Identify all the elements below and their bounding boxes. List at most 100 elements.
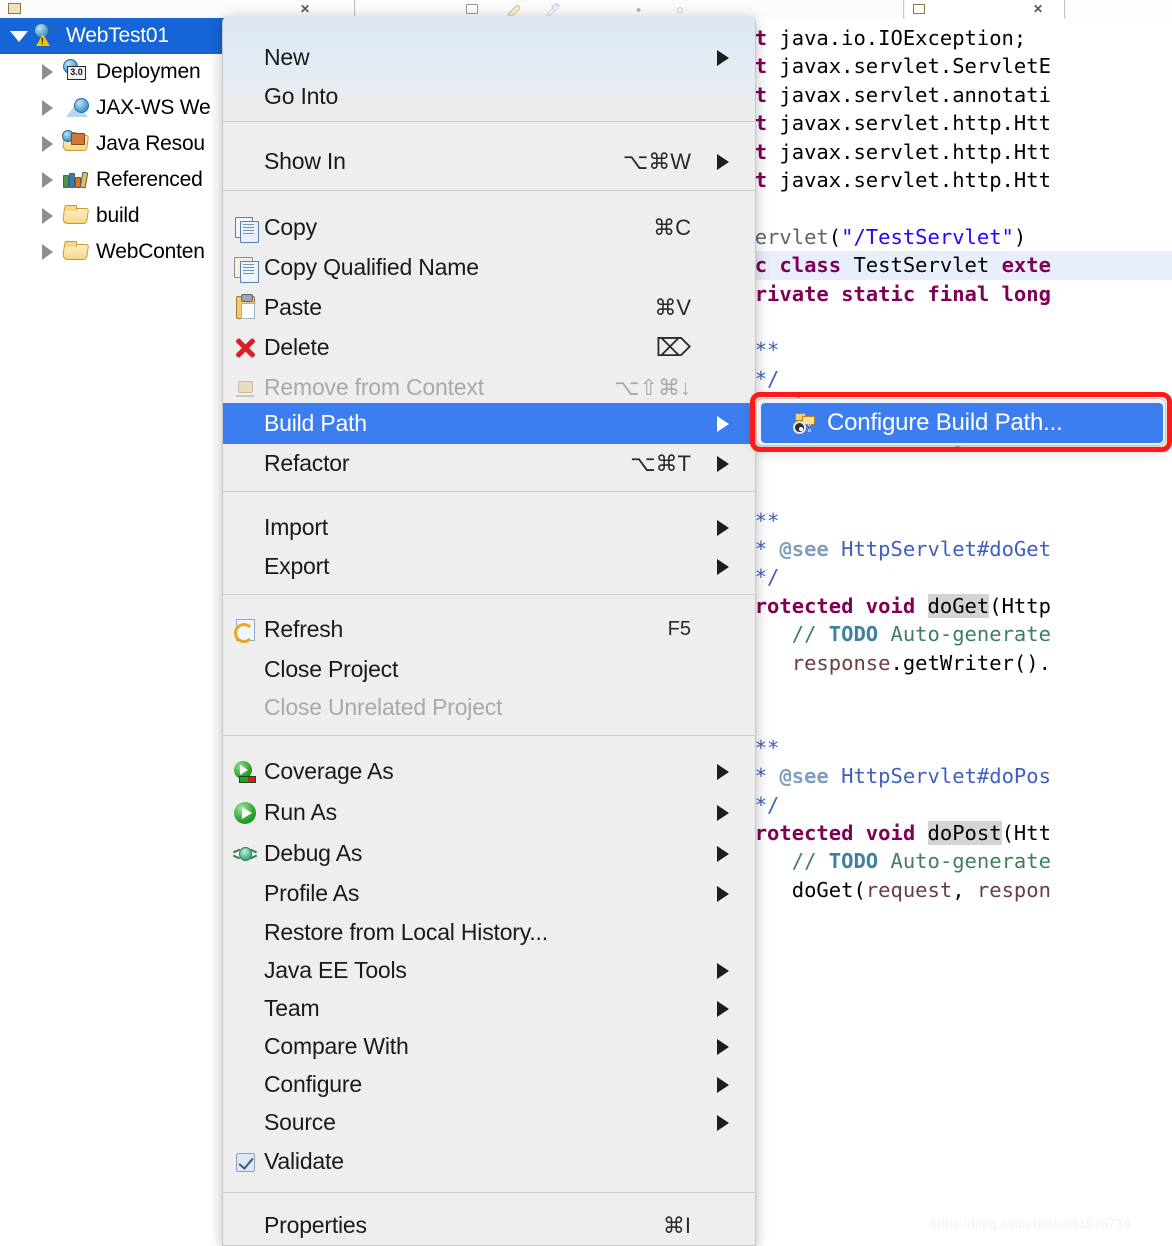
menu-item-label: Show In xyxy=(264,148,346,175)
menu-separator xyxy=(223,1192,756,1193)
twisty-expanded[interactable] xyxy=(8,18,30,54)
menu-item-show-in[interactable]: Show In ⌥⌘W xyxy=(223,142,756,181)
folder-icon xyxy=(8,3,21,14)
menu-item-profile-as[interactable]: Profile As xyxy=(223,874,756,913)
chevron-right-icon xyxy=(717,1001,729,1017)
menu-item-label: Java EE Tools xyxy=(264,957,407,984)
menu-item-shortcut: ⌥⌘T xyxy=(630,451,691,477)
remove-context-icon xyxy=(232,375,258,401)
twisty-collapsed[interactable] xyxy=(36,126,58,162)
menu-item-close-project[interactable]: Close Project xyxy=(223,650,756,689)
menu-item-validate[interactable]: Validate xyxy=(223,1142,756,1181)
tree-item-jaxws-web-services[interactable]: JAX-WS We xyxy=(0,90,232,126)
menu-item-delete[interactable]: Delete ⌦ xyxy=(223,328,756,367)
menu-item-go-into[interactable]: Go Into xyxy=(223,77,756,116)
menu-item-label: Close Project xyxy=(264,656,398,683)
menu-item-compare-with[interactable]: Compare With xyxy=(223,1027,756,1066)
debug-icon xyxy=(232,841,258,867)
context-menu[interactable]: New Go Into Show In ⌥⌘W Copy ⌘C Copy Qua… xyxy=(222,16,756,1246)
menu-item-properties[interactable]: Properties ⌘I xyxy=(223,1206,756,1245)
menu-item-label: Close Unrelated Project xyxy=(264,694,502,721)
run-icon xyxy=(232,800,258,826)
tree-item-label: Referenced xyxy=(96,168,203,192)
menu-separator xyxy=(223,190,756,191)
tree-item-java-resources[interactable]: Java Resou xyxy=(0,126,232,162)
menu-item-debug-as[interactable]: Debug As xyxy=(223,834,756,873)
menu-item-label: New xyxy=(264,44,309,71)
menu-item-label: Remove from Context xyxy=(264,374,484,401)
chevron-right-icon xyxy=(717,963,729,979)
menu-item-run-as[interactable]: Run As xyxy=(223,793,756,832)
submenu-item-configure-build-path[interactable]: Configure Build Path... xyxy=(761,403,1163,443)
close-icon[interactable]: ✕ xyxy=(300,2,310,16)
menu-separator xyxy=(223,121,756,122)
twisty-collapsed[interactable] xyxy=(36,162,58,198)
menu-item-team[interactable]: Team xyxy=(223,989,756,1028)
menu-item-new[interactable]: New xyxy=(223,38,756,77)
tree-item-deployment-descriptor[interactable]: 3.0 Deploymen xyxy=(0,54,232,90)
tree-item-label: WebConten xyxy=(96,240,205,264)
tree-item-referenced-libraries[interactable]: Referenced xyxy=(0,162,232,198)
menu-item-refactor[interactable]: Refactor ⌥⌘T xyxy=(223,444,756,483)
twisty-collapsed[interactable] xyxy=(36,90,58,126)
folder-icon xyxy=(62,203,90,227)
checkbox-checked-icon[interactable] xyxy=(232,1149,258,1175)
square-icon[interactable] xyxy=(466,4,478,14)
build-path-submenu[interactable]: Configure Build Path... xyxy=(756,398,1166,446)
delete-icon xyxy=(232,335,258,361)
menu-item-java-ee-tools[interactable]: Java EE Tools xyxy=(223,951,756,990)
menu-item-import[interactable]: Import xyxy=(223,508,756,547)
menu-item-restore-from-local-history[interactable]: Restore from Local History... xyxy=(223,913,756,952)
menu-item-shortcut: ⌘I xyxy=(663,1213,691,1239)
menu-item-copy[interactable]: Copy ⌘C xyxy=(223,208,756,247)
paste-icon xyxy=(232,295,258,321)
tree-item-label: JAX-WS We xyxy=(96,96,211,120)
menu-item-shortcut: ⌥⇧⌘↓ xyxy=(614,375,691,401)
menu-item-build-path[interactable]: Build Path xyxy=(223,403,756,444)
chevron-right-icon xyxy=(717,50,729,66)
menu-item-label: Properties xyxy=(264,1212,367,1239)
twisty-collapsed[interactable] xyxy=(36,234,58,270)
menu-item-label: Configure xyxy=(264,1071,362,1098)
refresh-icon xyxy=(232,617,258,643)
tree-item-label: build xyxy=(96,204,139,228)
referenced-libraries-icon xyxy=(62,167,90,191)
chevron-right-icon xyxy=(717,1077,729,1093)
project-explorer-tree[interactable]: J WebTest01 3.0 Deploymen JAX-WS We xyxy=(0,18,232,1246)
circle-icon[interactable]: ○ xyxy=(676,2,684,17)
menu-item-label: Copy Qualified Name xyxy=(264,254,479,281)
chevron-right-icon xyxy=(717,886,729,902)
menu-item-export[interactable]: Export xyxy=(223,547,756,586)
editor-source-code[interactable]: import java.io.IOException;import javax.… xyxy=(693,24,1172,989)
menu-item-label: Refactor xyxy=(264,450,349,477)
chevron-right-icon xyxy=(717,559,729,575)
tree-item-webcontent[interactable]: WebConten xyxy=(0,234,232,270)
chevron-right-icon xyxy=(717,764,729,780)
jaxws-web-services-icon xyxy=(62,95,90,119)
submenu-item-label: Configure Build Path... xyxy=(827,409,1063,437)
watermark-text: https://blog.csdn.net/u011578734 xyxy=(930,1216,1131,1231)
menu-item-remove-from-context: Remove from Context ⌥⇧⌘↓ xyxy=(223,368,756,407)
menu-separator xyxy=(223,594,756,595)
menu-item-copy-qualified-name[interactable]: Copy Qualified Name xyxy=(223,248,756,287)
menu-item-source[interactable]: Source xyxy=(223,1103,756,1142)
menu-item-label: Import xyxy=(264,514,328,541)
twisty-collapsed[interactable] xyxy=(36,198,58,234)
menu-item-close-unrelated-project: Close Unrelated Project xyxy=(223,688,756,727)
tree-item-webtest01[interactable]: J WebTest01 xyxy=(0,18,232,54)
copy-icon xyxy=(232,215,258,241)
folder-icon xyxy=(62,239,90,263)
coverage-icon xyxy=(232,759,258,785)
menu-item-refresh[interactable]: Refresh F5 xyxy=(223,610,756,649)
menu-item-paste[interactable]: Paste ⌘V xyxy=(223,288,756,327)
menu-item-label: Coverage As xyxy=(264,758,394,785)
twisty-collapsed[interactable] xyxy=(36,54,58,90)
menu-item-label: Refresh xyxy=(264,616,343,643)
tree-item-build[interactable]: build xyxy=(0,198,232,234)
menu-item-label: Team xyxy=(264,995,319,1022)
chevron-right-icon xyxy=(717,456,729,472)
menu-item-coverage-as[interactable]: Coverage As xyxy=(223,752,756,791)
outline-tab[interactable]: ✕ xyxy=(905,0,1065,18)
menu-item-configure[interactable]: Configure xyxy=(223,1065,756,1104)
close-icon[interactable]: ✕ xyxy=(1033,2,1043,16)
